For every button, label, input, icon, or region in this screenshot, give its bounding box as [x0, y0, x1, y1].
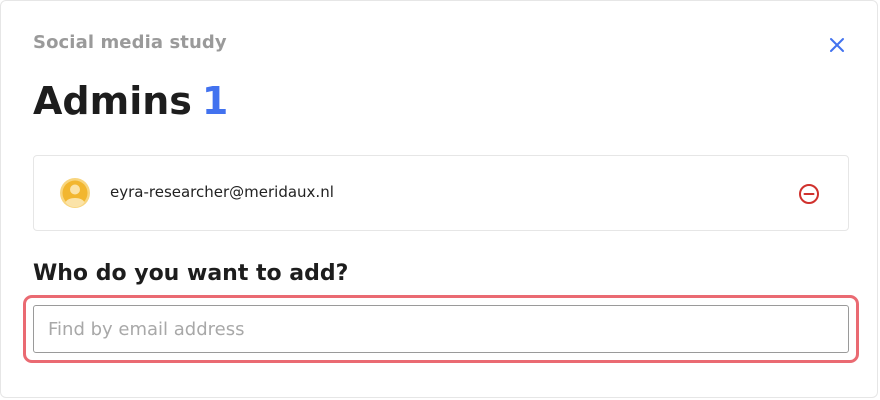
remove-circle-icon [799, 184, 819, 204]
admin-email: eyra-researcher@meridaux.nl [110, 183, 334, 201]
admin-count-badge: 1 [201, 79, 229, 123]
close-button[interactable] [824, 32, 850, 58]
admin-list-item: eyra-researcher@meridaux.nl [33, 155, 849, 231]
title-text: Admins [33, 79, 192, 123]
close-icon [830, 38, 844, 52]
admins-dialog: Social media study Admins 1 eyra-research… [0, 0, 878, 398]
add-admin-heading: Who do you want to add? [33, 261, 349, 286]
email-search-input[interactable] [33, 305, 849, 353]
page-title: Admins 1 [33, 77, 228, 125]
user-avatar-icon [60, 178, 90, 208]
dialog-subtitle: Social media study [33, 32, 227, 53]
remove-admin-button[interactable] [797, 182, 821, 206]
